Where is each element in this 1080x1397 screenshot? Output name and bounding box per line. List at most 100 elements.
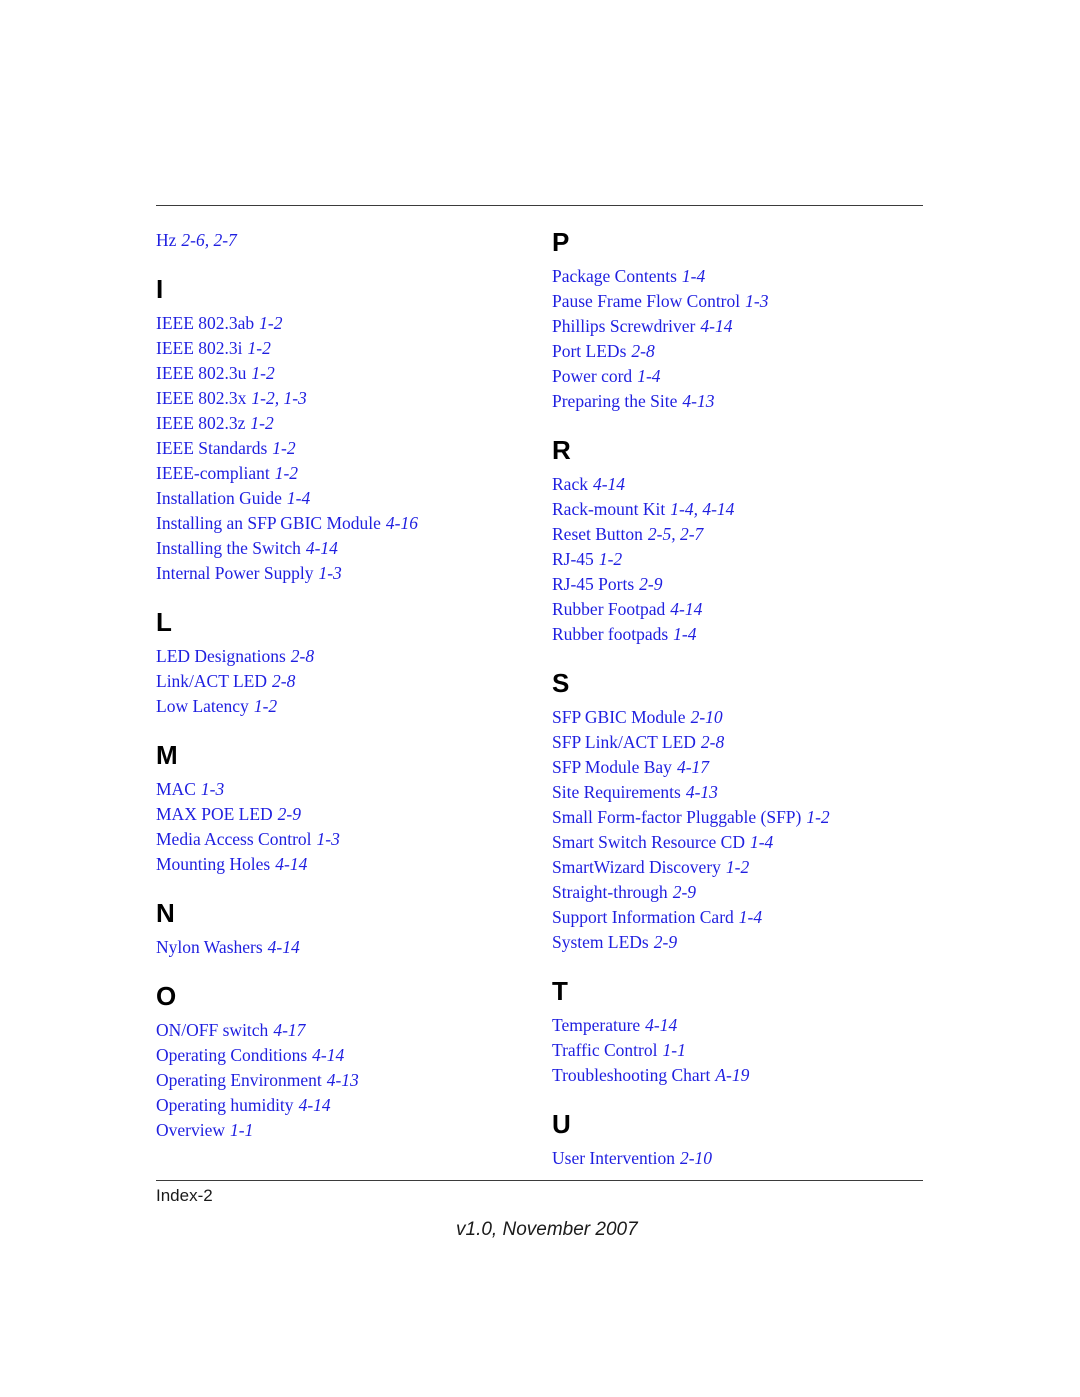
index-entry-page-reference: 1-3: [200, 779, 225, 799]
index-entry-page-reference: 2-8: [700, 732, 725, 752]
index-entry-link[interactable]: Media Access Control 1-3: [156, 827, 536, 852]
index-entry-link[interactable]: Power cord 1-4: [552, 364, 932, 389]
index-entry-page-reference: 4-14: [592, 474, 626, 494]
index-entry-page-reference: 4-14: [645, 1015, 678, 1035]
index-entry-link[interactable]: Installation Guide 1-4: [156, 486, 536, 511]
index-entry-link[interactable]: Rubber footpads 1-4: [552, 622, 932, 647]
index-entry-page-reference: 2-9: [277, 804, 301, 824]
index-entry-link[interactable]: Internal Power Supply 1-3: [156, 561, 536, 586]
index-entry-link[interactable]: Installing the Switch 4-14: [156, 536, 536, 561]
index-entry-term: IEEE 802.3u: [156, 363, 247, 383]
index-entry-link[interactable]: IEEE 802.3x 1-2, 1-3: [156, 386, 536, 411]
index-entry-link[interactable]: Hz 2-6, 2-7: [156, 228, 536, 253]
index-entry-list: User Intervention 2-10: [552, 1146, 932, 1171]
index-entry-page-reference: 1-4, 4-14: [670, 499, 735, 519]
index-entry-link[interactable]: System LEDs 2-9: [552, 930, 932, 955]
index-entry-link[interactable]: IEEE 802.3ab 1-2: [156, 311, 536, 336]
index-entry-link[interactable]: IEEE Standards 1-2: [156, 436, 536, 461]
index-entry-link[interactable]: Package Contents 1-4: [552, 264, 932, 289]
index-entry-term: Port LEDs: [552, 341, 627, 361]
index-entry-page-reference: 1-2: [251, 363, 275, 383]
index-entry-page-reference: 1-2: [598, 549, 623, 569]
index-entry-link[interactable]: SFP GBIC Module 2-10: [552, 705, 932, 730]
index-entry-link[interactable]: IEEE 802.3u 1-2: [156, 361, 536, 386]
index-entry-link[interactable]: Smart Switch Resource CD 1-4: [552, 830, 932, 855]
index-entry-page-reference: 2-5, 2-7: [647, 524, 704, 544]
index-entry-link[interactable]: IEEE-compliant 1-2: [156, 461, 536, 486]
index-entry-term: ON/OFF switch: [156, 1020, 269, 1040]
index-entry-link[interactable]: Rubber Footpad 4-14: [552, 597, 932, 622]
index-entry-link[interactable]: ON/OFF switch 4-17: [156, 1018, 536, 1043]
index-entry-term: Operating Environment: [156, 1070, 322, 1090]
index-entry-page-reference: 4-17: [676, 757, 710, 777]
index-entry-link[interactable]: Pause Frame Flow Control 1-3: [552, 289, 932, 314]
section-letter-heading: M: [156, 740, 178, 770]
index-entry-link[interactable]: Small Form-factor Pluggable (SFP) 1-2: [552, 805, 932, 830]
index-entry-link[interactable]: Overview 1-1: [156, 1118, 536, 1143]
index-entry-link[interactable]: Operating Conditions 4-14: [156, 1043, 536, 1068]
index-entry-term: Small Form-factor Pluggable (SFP): [552, 807, 802, 827]
index-entry-list: Package Contents 1-4 Pause Frame Flow Cont…: [552, 264, 932, 414]
index-entry-term: Troubleshooting Chart: [552, 1065, 711, 1085]
index-entry-link[interactable]: Port LEDs 2-8: [552, 339, 932, 364]
index-entry-term: Operating Conditions: [156, 1045, 308, 1065]
index-entry-link[interactable]: Installing an SFP GBIC Module 4-16: [156, 511, 536, 536]
index-entry-link[interactable]: Reset Button 2-5, 2-7: [552, 522, 932, 547]
index-entry-link[interactable]: LED Designations 2-8: [156, 644, 536, 669]
index-entry-link[interactable]: SFP Module Bay 4-17: [552, 755, 932, 780]
index-entry-term: Phillips Screwdriver: [552, 316, 696, 336]
index-entry-term: Link/ACT LED: [156, 671, 267, 691]
index-entry-link[interactable]: User Intervention 2-10: [552, 1146, 932, 1171]
index-entry-link[interactable]: Preparing the Site 4-13: [552, 389, 932, 414]
index-entry-link[interactable]: Low Latency 1-2: [156, 694, 536, 719]
index-entry-page-reference: 1-4: [286, 488, 311, 508]
index-entry-link[interactable]: Phillips Screwdriver 4-14: [552, 314, 932, 339]
index-entry-page-reference: 1-1: [662, 1040, 686, 1060]
index-entry-page-reference: 2-8: [272, 671, 296, 691]
index-entry-link[interactable]: Link/ACT LED 2-8: [156, 669, 536, 694]
index-entry-term: MAX POE LED: [156, 804, 273, 824]
index-entry-link[interactable]: Mounting Holes 4-14: [156, 852, 536, 877]
index-entry-page-reference: 1-3: [745, 291, 769, 311]
index-entry-link[interactable]: IEEE 802.3i 1-2: [156, 336, 536, 361]
index-entry-link[interactable]: MAC 1-3: [156, 777, 536, 802]
index-entry-link[interactable]: Straight-through 2-9: [552, 880, 932, 905]
index-entry-term: Power cord: [552, 366, 633, 386]
index-entry-link[interactable]: Troubleshooting Chart A-19: [552, 1063, 932, 1088]
index-entry-page-reference: 4-14: [700, 316, 733, 336]
index-entry-link[interactable]: IEEE 802.3z 1-2: [156, 411, 536, 436]
index-entry-link[interactable]: Rack 4-14: [552, 472, 932, 497]
index-entry-page-reference: 4-14: [670, 599, 703, 619]
index-section-r: R Rack 4-14 Rack-mount Kit 1-4, 4-14 Reset Bu…: [552, 436, 932, 647]
index-entry-link[interactable]: Site Requirements 4-13: [552, 780, 932, 805]
index-entry-page-reference: 4-16: [385, 513, 418, 533]
index-entry-term: Traffic Control: [552, 1040, 658, 1060]
index-entry-term: LED Designations: [156, 646, 286, 666]
index-entry-link[interactable]: RJ-45 1-2: [552, 547, 932, 572]
left-column: Hz 2-6, 2-7 I IEEE 802.3ab 1-2 IEEE 802.3i 1-2…: [156, 228, 536, 1143]
index-entry-term: Hz: [156, 230, 177, 250]
index-entry-link[interactable]: RJ-45 Ports 2-9: [552, 572, 932, 597]
index-entry-link[interactable]: MAX POE LED 2-9: [156, 802, 536, 827]
index-entry-link[interactable]: Rack-mount Kit 1-4, 4-14: [552, 497, 932, 522]
index-entry-link[interactable]: Temperature 4-14: [552, 1013, 932, 1038]
index-entry-term: Rack: [552, 474, 588, 494]
index-entry-link[interactable]: Support Information Card 1-4: [552, 905, 932, 930]
index-entry-term: MAC: [156, 779, 196, 799]
index-entry-link[interactable]: Traffic Control 1-1: [552, 1038, 932, 1063]
index-entry-link[interactable]: Nylon Washers 4-14: [156, 935, 536, 960]
index-entry-link[interactable]: Operating humidity 4-14: [156, 1093, 536, 1118]
index-entry-page-reference: 1-4: [738, 907, 763, 927]
index-entry-link[interactable]: Operating Environment 4-13: [156, 1068, 536, 1093]
index-entry-term: Site Requirements: [552, 782, 681, 802]
index-entry-page-reference: 2-8: [631, 341, 655, 361]
index-section-n: N Nylon Washers 4-14: [156, 899, 536, 960]
index-entry-page-reference: 1-2: [259, 313, 283, 333]
index-entry-link[interactable]: SFP Link/ACT LED 2-8: [552, 730, 932, 755]
index-entry-term: Installing the Switch: [156, 538, 301, 558]
index-entry-term: System LEDs: [552, 932, 649, 952]
index-entry-page-reference: A-19: [715, 1065, 750, 1085]
index-entry-page-reference: 4-14: [305, 538, 338, 558]
index-entry-link[interactable]: SmartWizard Discovery 1-2: [552, 855, 932, 880]
index-entry-page-reference: 4-13: [682, 391, 715, 411]
